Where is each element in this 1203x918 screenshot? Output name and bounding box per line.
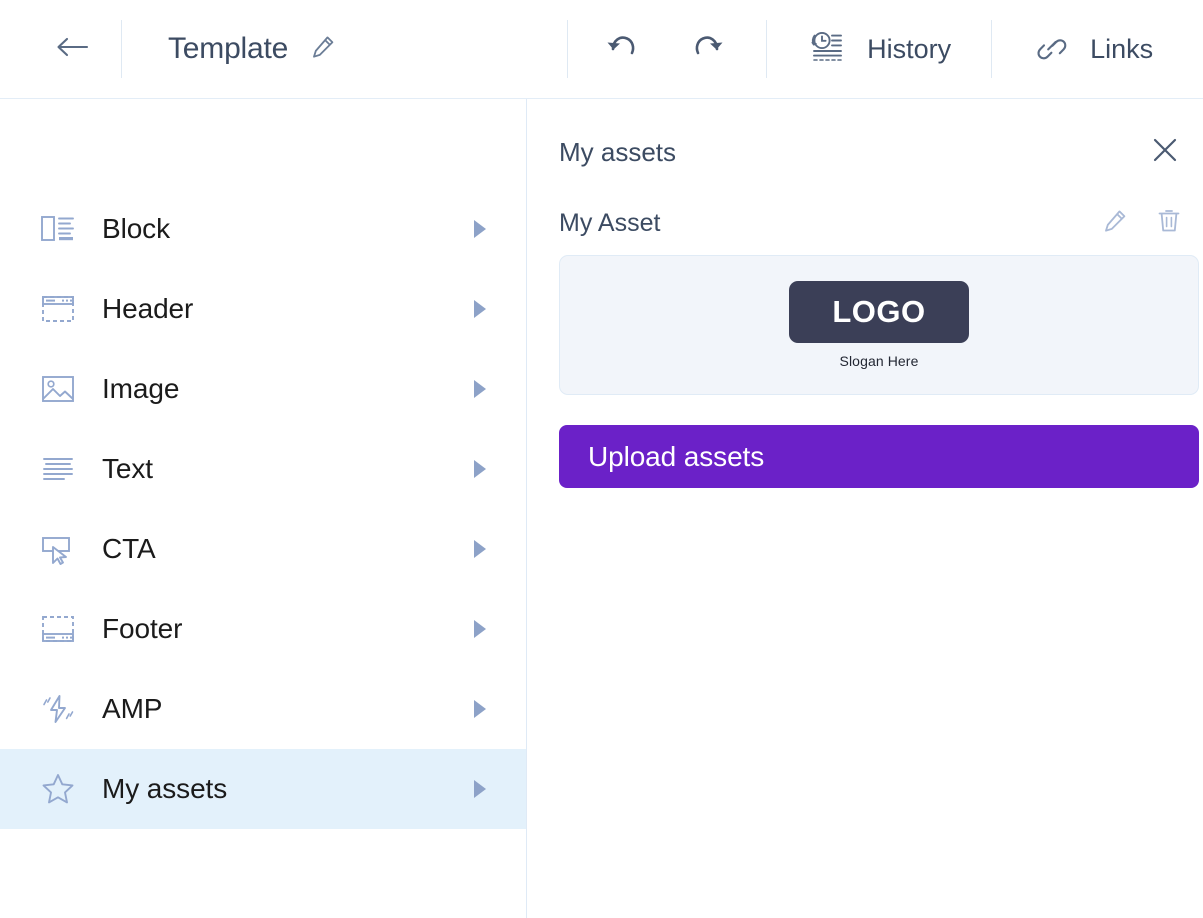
sidebar-item-label: Header	[102, 293, 194, 324]
undo-arrow-icon	[603, 30, 639, 69]
top-toolbar: Template History Links	[0, 0, 1203, 99]
undo-button[interactable]	[596, 24, 646, 74]
toolbar-divider-4	[991, 20, 993, 78]
edit-asset-button[interactable]	[1095, 203, 1135, 243]
sidebar-item-label: Block	[102, 213, 170, 244]
star-icon	[38, 769, 78, 809]
sidebar-item-cta[interactable]: CTA	[0, 509, 526, 589]
delete-asset-button[interactable]	[1149, 203, 1189, 243]
chevron-right-icon	[474, 620, 486, 638]
links-button[interactable]: Links	[1035, 31, 1153, 68]
chain-link-icon	[1035, 31, 1069, 68]
back-button[interactable]	[49, 26, 95, 72]
toolbar-divider-2	[567, 20, 569, 78]
close-x-icon	[1151, 136, 1179, 169]
main-body: Block Header Image Text CTA Footer AMP M…	[0, 99, 1203, 918]
chevron-right-icon	[474, 460, 486, 478]
toolbar-divider-1	[121, 20, 122, 78]
chevron-right-icon	[474, 780, 486, 798]
panel-title: My assets	[559, 136, 677, 167]
close-panel-button[interactable]	[1145, 132, 1185, 172]
text-lines-icon	[38, 449, 78, 489]
sidebar-item-header[interactable]: Header	[0, 269, 526, 349]
clock-history-icon	[808, 29, 848, 70]
panel-header: My assets	[527, 99, 1203, 172]
sidebar-item-text[interactable]: Text	[0, 429, 526, 509]
chevron-right-icon	[474, 700, 486, 718]
sidebar-item-block[interactable]: Block	[0, 189, 526, 269]
sidebar-item-label: CTA	[102, 533, 156, 564]
pencil-icon	[1102, 208, 1128, 239]
sidebar-item-label: AMP	[102, 693, 163, 724]
history-label: History	[867, 33, 952, 64]
links-label: Links	[1090, 33, 1154, 64]
sidebar-item-my-assets[interactable]: My assets	[0, 749, 526, 829]
upload-assets-button[interactable]: Upload assets	[559, 425, 1199, 488]
upload-assets-label: Upload assets	[588, 440, 765, 472]
chevron-right-icon	[474, 220, 486, 238]
footer-layout-icon	[38, 609, 78, 649]
header-layout-icon	[38, 289, 78, 329]
chevron-right-icon	[474, 380, 486, 398]
block-layout-icon	[38, 209, 78, 249]
cta-cursor-icon	[38, 529, 78, 569]
redo-button[interactable]	[684, 24, 734, 74]
logo-text: LOGO	[832, 294, 926, 329]
sidebar-item-amp[interactable]: AMP	[0, 669, 526, 749]
history-button[interactable]: History	[808, 29, 951, 70]
pencil-icon	[310, 34, 336, 65]
asset-preview-card[interactable]: LOGO Slogan Here	[559, 255, 1199, 395]
amp-bolt-icon	[38, 689, 78, 729]
my-assets-panel: My assets My Asset LOGO Slogan Here Uplo…	[527, 99, 1203, 918]
asset-name: My Asset	[559, 208, 661, 237]
sidebar-item-label: Footer	[102, 613, 183, 644]
toolbar-divider-3	[766, 20, 768, 78]
chevron-right-icon	[474, 300, 486, 318]
trash-icon	[1156, 207, 1182, 240]
sidebar-item-label: Text	[102, 453, 153, 484]
page-title: Template	[168, 32, 289, 65]
asset-item-header: My Asset	[527, 172, 1203, 243]
title-edit-button[interactable]	[308, 34, 338, 64]
app-root: Template History Links Block Header Imag…	[0, 0, 1203, 918]
sidebar-item-label: My assets	[102, 773, 228, 804]
sidebar-item-image[interactable]: Image	[0, 349, 526, 429]
redo-arrow-icon	[691, 30, 727, 69]
image-icon	[38, 369, 78, 409]
sidebar-item-label: Image	[102, 373, 180, 404]
logo-placeholder: LOGO	[789, 281, 969, 343]
arrow-left-icon	[54, 32, 90, 67]
chevron-right-icon	[474, 540, 486, 558]
component-sidebar: Block Header Image Text CTA Footer AMP M…	[0, 99, 527, 918]
slogan-text: Slogan Here	[839, 353, 919, 369]
sidebar-item-footer[interactable]: Footer	[0, 589, 526, 669]
